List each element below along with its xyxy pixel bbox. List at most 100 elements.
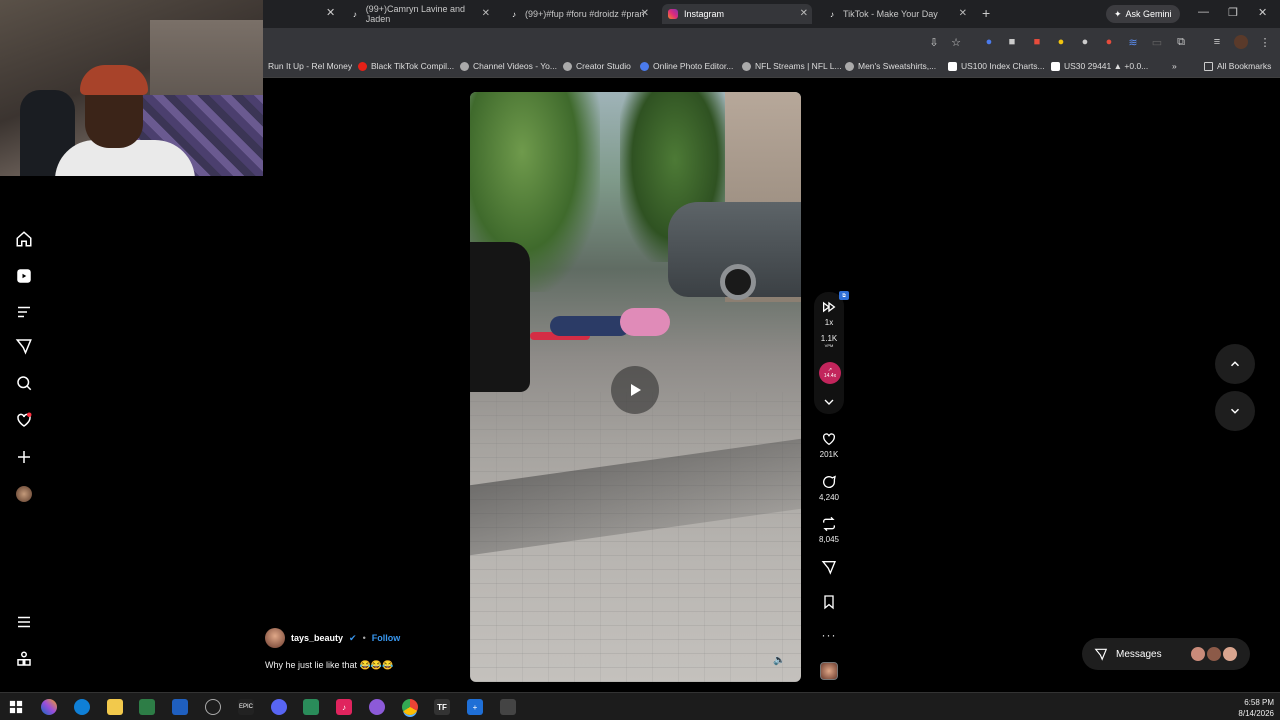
install-icon[interactable]: ⇩ xyxy=(927,35,941,49)
fast-forward-icon xyxy=(823,301,836,313)
avatar xyxy=(1190,646,1206,662)
reel-video[interactable]: 🔈 xyxy=(470,92,801,682)
comment-button[interactable]: 4,240 xyxy=(809,474,849,502)
repost-count: 8,045 xyxy=(818,535,840,544)
previous-reel-button[interactable] xyxy=(1215,344,1255,384)
close-icon[interactable]: ✕ xyxy=(800,8,808,19)
system-clock[interactable]: 6:58 PM 8/14/2026 xyxy=(1238,697,1274,719)
messages-button[interactable]: Messages xyxy=(1082,638,1250,670)
extension-icon[interactable]: ● xyxy=(1054,35,1068,49)
app-icon[interactable]: + xyxy=(467,699,483,715)
epic-games-icon[interactable]: EPIC xyxy=(238,699,254,715)
file-explorer-icon[interactable] xyxy=(107,699,123,715)
avatar xyxy=(1222,646,1238,662)
heart-icon xyxy=(823,433,835,446)
close-icon[interactable]: ✕ xyxy=(482,8,490,19)
app-icon[interactable] xyxy=(369,699,385,715)
volume-icon[interactable]: 🔈 xyxy=(773,655,789,671)
app-icon[interactable] xyxy=(205,699,221,715)
comment-count: 4,240 xyxy=(818,493,840,502)
more-menu-icon[interactable] xyxy=(14,612,34,632)
app-icon[interactable] xyxy=(303,699,319,715)
all-bookmarks[interactable]: All Bookmarks xyxy=(1204,61,1271,71)
extension-icon[interactable]: ■ xyxy=(1005,35,1019,49)
speed-value: 1x xyxy=(824,318,834,327)
tab-2[interactable]: ♪ (99+)#fup #foru #droidz #pran ✕ xyxy=(503,4,653,24)
photo-editor-icon xyxy=(640,61,649,71)
bookmark-item[interactable]: Channel Videos - Yo... xyxy=(460,61,557,71)
reels-icon[interactable] xyxy=(14,266,34,286)
windows-start-icon[interactable] xyxy=(8,699,24,715)
extension-icon[interactable]: ■ xyxy=(1030,35,1044,49)
bookmark-item[interactable]: Run It Up - Rel Money xyxy=(268,61,352,71)
audio-thumbnail[interactable] xyxy=(820,662,838,680)
extension-icon[interactable]: ● xyxy=(1078,35,1092,49)
bookmark-item[interactable]: NFL Streams | NFL L... xyxy=(742,61,842,71)
bookmark-star-icon[interactable]: ☆ xyxy=(949,35,963,49)
media-icon[interactable]: ≡ xyxy=(1210,35,1224,49)
profile-avatar[interactable] xyxy=(14,484,34,504)
extension-icon[interactable]: ● xyxy=(1102,35,1116,49)
save-button[interactable] xyxy=(809,594,849,613)
like-button[interactable]: 201K xyxy=(809,431,849,459)
bookmark-item[interactable]: US100 Index Charts... xyxy=(948,61,1045,71)
author-avatar[interactable] xyxy=(265,628,285,648)
restore-icon[interactable]: ❐ xyxy=(1228,6,1238,19)
bookmark-item[interactable]: Online Photo Editor... xyxy=(640,61,733,71)
extension-icon[interactable]: ▭ xyxy=(1150,35,1164,49)
direct-icon[interactable] xyxy=(14,336,34,356)
new-tab-icon[interactable]: + xyxy=(982,5,990,21)
play-button[interactable] xyxy=(611,366,659,414)
tab-instagram[interactable]: Instagram ✕ xyxy=(662,4,812,24)
tab-1-title: (99+)Camryn Lavine and Jaden xyxy=(365,4,465,24)
menu-dots-icon[interactable]: ⋮ xyxy=(1258,35,1272,49)
heart-icon[interactable] xyxy=(14,410,34,430)
app-icon[interactable]: TF xyxy=(434,699,450,715)
more-bookmarks-icon[interactable]: » xyxy=(1172,61,1177,71)
collapse-chevron-icon[interactable] xyxy=(809,394,849,413)
close-window-icon[interactable]: ✕ xyxy=(1258,6,1267,19)
bookmark-item[interactable]: US30 29441 ▲ +0.0... xyxy=(1051,61,1148,71)
create-icon[interactable] xyxy=(14,447,34,467)
discord-icon[interactable] xyxy=(271,699,287,715)
edge-icon[interactable] xyxy=(74,699,90,715)
follow-button[interactable]: Follow xyxy=(372,633,401,643)
repost-button[interactable]: 8,045 xyxy=(809,516,849,544)
windows-taskbar: EPIC ♪ TF + 6:58 PM 8/14/2026 xyxy=(0,692,1280,720)
close-icon[interactable]: ✕ xyxy=(959,8,967,19)
search-icon[interactable] xyxy=(14,373,34,393)
close-icon[interactable]: ✕ xyxy=(641,8,649,19)
speed-control[interactable]: 1x xyxy=(809,299,849,327)
like-count: 201K xyxy=(819,450,839,459)
tiktok-icon[interactable]: ♪ xyxy=(336,699,352,715)
author-username[interactable]: tays_beauty xyxy=(291,633,343,643)
home-icon[interactable] xyxy=(14,229,34,249)
verified-icon: ✔ xyxy=(349,632,357,643)
more-options-button[interactable]: ··· xyxy=(809,628,849,642)
bookmark-label: Online Photo Editor... xyxy=(653,61,734,71)
profile-avatar[interactable] xyxy=(1234,35,1248,49)
app-icon[interactable] xyxy=(172,699,188,715)
minimize-icon[interactable]: — xyxy=(1198,6,1209,18)
copilot-icon[interactable] xyxy=(41,699,57,715)
next-reel-button[interactable] xyxy=(1215,391,1255,431)
tab-1[interactable]: ♪ (99+)Camryn Lavine and Jaden ✕ xyxy=(344,4,494,24)
bookmark-item[interactable]: Black TikTok Compil... xyxy=(358,61,454,71)
ask-gemini-button[interactable]: ✦ Ask Gemini xyxy=(1106,5,1180,23)
share-button[interactable] xyxy=(809,559,849,578)
apps-icon[interactable] xyxy=(14,649,34,669)
vpm-label: VPM xyxy=(824,343,834,348)
tiktok-icon: ♪ xyxy=(830,9,834,19)
extensions-puzzle-icon[interactable]: ⧉ xyxy=(1174,35,1188,49)
tab-4[interactable]: ♪ TikTok - Make Your Day ✕ xyxy=(821,4,971,24)
comment-icon xyxy=(823,475,836,488)
tab-close-icon[interactable]: ✕ xyxy=(326,6,335,19)
bookmark-item[interactable]: Creator Studio xyxy=(563,61,631,71)
store-icon[interactable] xyxy=(139,699,155,715)
bookmark-item[interactable]: Men's Sweatshirts,... xyxy=(845,61,936,71)
extension-icon[interactable]: ≋ xyxy=(1126,35,1140,49)
extension-icon[interactable]: ● xyxy=(982,35,996,49)
app-icon[interactable] xyxy=(500,699,516,715)
feed-icon[interactable] xyxy=(14,302,34,322)
chrome-icon[interactable] xyxy=(402,699,418,715)
